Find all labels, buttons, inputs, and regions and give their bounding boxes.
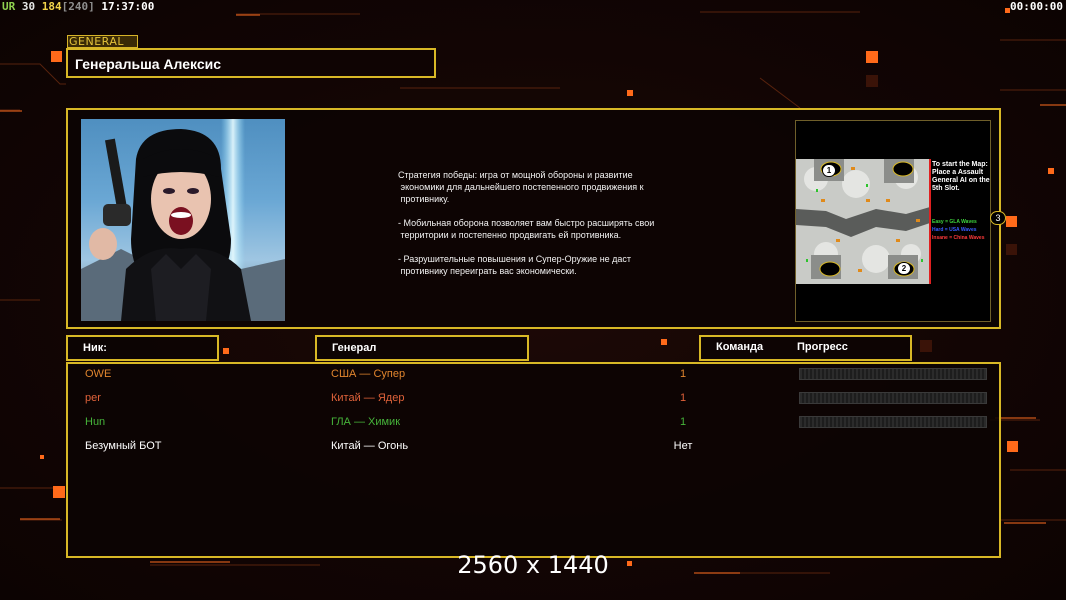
general-portrait (81, 119, 285, 321)
player-nick: Безумный БОТ (85, 440, 162, 452)
player-nick: per (85, 392, 101, 404)
general-name: Генеральша Алексис (75, 56, 222, 72)
resolution-label: 2560 x 1440 (457, 551, 609, 579)
legend-easy: Easy = GLA Waves (932, 219, 977, 225)
clock: 17:37:00 (101, 0, 155, 13)
player-team: Нет (673, 440, 693, 452)
hud-stats: UR 30 184[240] 17:37:00 (2, 0, 154, 14)
player-row: Безумный БОТ Китай — Огонь Нет (68, 436, 999, 456)
general-description: Стратегия победы: игра от мощной обороны… (398, 169, 698, 289)
start-marker-2: 2 (897, 262, 911, 275)
description-paragraph: - Мобильная оборона позволяет вам быстро… (398, 218, 655, 240)
column-header-nick-label: Ник: (83, 342, 107, 354)
column-header-progress-label: Прогресс (797, 341, 848, 353)
player-progress-bar (799, 416, 987, 428)
column-header-nick: Ник: (66, 335, 219, 361)
general-title-box: Генеральша Алексис (66, 48, 436, 78)
frame-max-value: [240] (61, 0, 95, 13)
player-progress-bar (799, 368, 987, 380)
player-progress-bar (799, 392, 987, 404)
description-paragraph: - Разрушительные повышения и Супер-Оружи… (398, 254, 632, 276)
player-nick: OWE (85, 368, 112, 380)
player-row: OWE США — Супер 1 (68, 364, 999, 384)
legend-hard: Hard = USA Waves (932, 227, 977, 233)
map-divider (929, 159, 931, 284)
start-marker-3: 3 (990, 211, 1006, 225)
players-list: OWE США — Супер 1 per Китай — Ядер 1 Hun… (66, 362, 1001, 558)
player-general: США — Супер (331, 368, 406, 380)
player-row: per Китай — Ядер 1 (68, 388, 999, 408)
column-header-team-progress: Команда Прогресс (699, 335, 912, 361)
fps-value: 30 (21, 0, 36, 13)
general-tag: GENERAL (67, 35, 138, 48)
column-header-general: Генерал (315, 335, 529, 361)
start-marker-1: 1 (822, 164, 836, 177)
column-header-general-label: Генерал (332, 342, 377, 354)
description-paragraph: Стратегия победы: игра от мощной обороны… (398, 170, 644, 204)
column-header-team-label: Команда (716, 341, 764, 353)
player-general: Китай — Огонь (331, 440, 409, 452)
game-timer: 00:00:00 (1010, 0, 1063, 13)
ur-label: UR (2, 0, 16, 13)
player-team: 1 (679, 392, 687, 404)
player-team: 1 (679, 368, 687, 380)
frame-value: 184 (41, 0, 62, 13)
map-terrain: 1 2 (796, 159, 930, 284)
map-instructions: To start the Map: Place a Assault Genera… (932, 161, 990, 192)
legend-insane: Insane = China Waves (932, 235, 985, 241)
player-general: Китай — Ядер (331, 392, 405, 404)
player-row: Hun ГЛА — Химик 1 (68, 412, 999, 432)
map-legend: Easy = GLA Waves Hard = USA Waves Insane… (932, 218, 992, 242)
map-preview: 1 2 To start the Map: Place a Assault Ge… (795, 120, 991, 322)
player-team: 1 (679, 416, 687, 428)
player-general: ГЛА — Химик (331, 416, 401, 428)
general-info-panel: Стратегия победы: игра от мощной обороны… (66, 108, 1006, 329)
player-nick: Hun (85, 416, 106, 428)
